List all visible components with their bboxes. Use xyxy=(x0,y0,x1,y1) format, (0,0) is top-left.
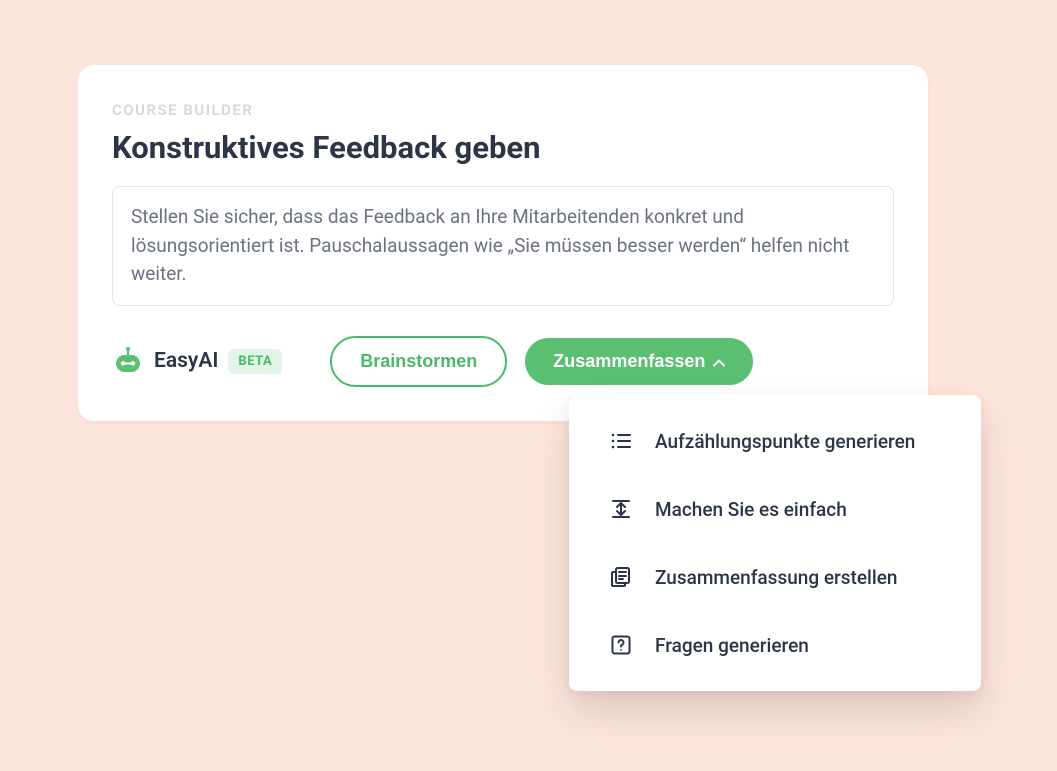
robot-icon xyxy=(112,348,144,374)
beta-badge: BETA xyxy=(228,349,282,374)
dropdown-item-questions[interactable]: Fragen generieren xyxy=(569,611,981,679)
eyebrow-label: COURSE BUILDER xyxy=(112,101,894,119)
brainstorm-button[interactable]: Brainstormen xyxy=(330,336,507,387)
document-copy-icon xyxy=(609,565,633,589)
chevron-up-icon xyxy=(713,351,725,372)
list-icon xyxy=(609,429,633,453)
dropdown-item-label: Zusammenfassung erstellen xyxy=(655,566,897,589)
content-textarea[interactable]: Stellen Sie sicher, dass das Feedback an… xyxy=(112,186,894,306)
page-title: Konstruktives Feedback geben xyxy=(112,129,894,166)
dropdown-item-summary[interactable]: Zusammenfassung erstellen xyxy=(569,543,981,611)
dropdown-item-label: Machen Sie es einfach xyxy=(655,498,847,521)
brainstorm-button-label: Brainstormen xyxy=(360,351,477,372)
collapse-icon xyxy=(609,497,633,521)
summarize-button-label: Zusammenfassen xyxy=(553,351,705,372)
dropdown-item-simplify[interactable]: Machen Sie es einfach xyxy=(569,475,981,543)
course-builder-card: COURSE BUILDER Konstruktives Feedback ge… xyxy=(78,65,928,421)
ai-product-label: EasyAI xyxy=(154,349,218,373)
summarize-dropdown: Aufzählungspunkte generieren Machen Sie … xyxy=(569,395,981,691)
dropdown-item-label: Aufzählungspunkte generieren xyxy=(655,430,915,453)
dropdown-item-label: Fragen generieren xyxy=(655,634,809,657)
summarize-button[interactable]: Zusammenfassen xyxy=(525,338,753,385)
dropdown-item-bullets[interactable]: Aufzählungspunkte generieren xyxy=(569,407,981,475)
question-box-icon xyxy=(609,633,633,657)
ai-badge-group: EasyAI BETA xyxy=(112,348,282,374)
ai-toolbar: EasyAI BETA Brainstormen Zusammenfassen xyxy=(112,336,894,387)
